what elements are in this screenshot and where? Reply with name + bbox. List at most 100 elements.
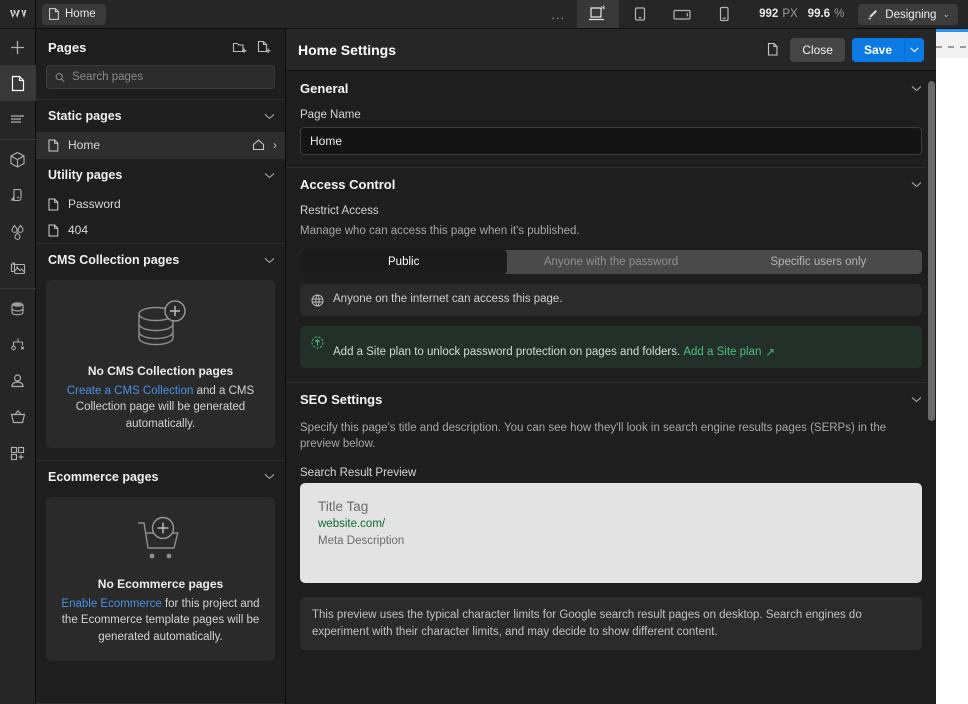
duplicate-page-button[interactable] [760, 38, 786, 62]
rail-logic-panel[interactable] [0, 327, 36, 363]
serp-meta-description: Meta Description [318, 535, 405, 548]
settings-scrollbar[interactable] [926, 71, 936, 704]
rail-ecommerce-panel[interactable] [0, 399, 36, 435]
rail-add-panel[interactable] [0, 29, 36, 65]
breakpoint-mobile-portrait[interactable] [703, 0, 745, 28]
rail-variables-panel[interactable] [0, 214, 36, 250]
chevron-down-icon [911, 85, 922, 91]
add-site-plan-link[interactable]: Add a Site plan ↗ [683, 345, 775, 359]
page-icon [48, 224, 59, 236]
page-name-field-group: Page Name [286, 105, 936, 167]
page-list-item-home[interactable]: Home › [36, 132, 285, 158]
create-cms-collection-link[interactable]: Create a CMS Collection [67, 385, 194, 397]
section-title: General [300, 80, 349, 96]
breakpoint-desktop[interactable]: * [577, 0, 620, 28]
search-result-preview-label: Search Result Preview [300, 467, 417, 480]
webflow-designer: Home ... * 992 PX 99.6 % Designing ⌄ Pag… [0, 0, 968, 704]
section-header-ecommerce-pages[interactable]: Ecommerce pages [36, 459, 285, 493]
rail-assets-panel[interactable] [0, 250, 36, 286]
cms-empty-state: No CMS Collection pages Create a CMS Col… [46, 280, 275, 448]
canvas-top-band [936, 32, 968, 58]
section-header-general[interactable]: General [286, 71, 936, 105]
breakpoint-mobile-landscape[interactable] [661, 0, 703, 28]
page-settings-chevron-icon[interactable]: › [273, 138, 277, 152]
apps-grid-icon [10, 446, 25, 460]
page-list-item-password[interactable]: Password [36, 191, 285, 217]
access-option-specific-users[interactable]: Specific users only [715, 250, 922, 274]
new-folder-icon [232, 42, 246, 53]
enable-ecommerce-link[interactable]: Enable Ecommerce [61, 598, 161, 610]
settings-scrollbar-thumb[interactable] [928, 81, 935, 421]
brush-icon [868, 10, 878, 20]
search-pages-input[interactable] [72, 71, 266, 83]
page-tab-home[interactable]: Home [42, 3, 106, 25]
access-option-label: Public [388, 255, 420, 268]
canvas-width-value: 992 [759, 8, 779, 20]
mode-switcher-button[interactable]: Designing ⌄ [858, 4, 958, 25]
page-settings-scroll-area: General Page Name Access Control [286, 71, 936, 704]
chevron-down-icon [264, 257, 275, 263]
chevron-down-icon [264, 172, 275, 178]
chevron-down-icon [911, 396, 922, 402]
site-plan-upgrade-note: Add a Site plan to unlock password prote… [300, 325, 922, 368]
site-plan-note-text: Add a Site plan to unlock password prote… [333, 345, 681, 358]
breakpoint-tablet[interactable] [619, 0, 661, 28]
duplicate-icon [768, 42, 778, 56]
mobile-landscape-icon [673, 9, 691, 20]
ecommerce-empty-illustration [60, 515, 261, 567]
new-folder-button[interactable] [227, 35, 251, 59]
search-result-preview: Title Tag website.com/ Meta Description [300, 483, 922, 584]
rail-apps-panel[interactable] [0, 435, 36, 471]
page-icon [48, 139, 59, 151]
cms-empty-text: Create a CMS Collection and a CMS Collec… [60, 383, 261, 432]
rail-navigator-panel[interactable] [0, 101, 36, 137]
site-plan-note-body: Add a Site plan to unlock password prote… [333, 335, 911, 359]
more-options-button[interactable]: ... [539, 0, 577, 28]
access-option-public[interactable]: Public [300, 249, 508, 274]
page-list-item-label: Home [68, 138, 101, 152]
home-icon[interactable] [252, 139, 265, 151]
seo-preview-footnote: This preview uses the typical character … [300, 597, 922, 651]
section-header-utility-pages[interactable]: Utility pages [36, 158, 285, 191]
access-option-password[interactable]: Anyone with the password [507, 250, 714, 274]
pages-search-box[interactable] [46, 65, 275, 89]
rail-cms-panel[interactable] [0, 291, 36, 327]
page-list-item-label: Password [68, 197, 121, 211]
section-header-seo-settings[interactable]: SEO Settings [286, 381, 936, 416]
style-icon [10, 188, 22, 202]
new-page-button[interactable] [251, 35, 275, 59]
ecommerce-empty-title: No Ecommerce pages [97, 576, 224, 591]
section-title: Access Control [300, 177, 396, 192]
chevron-down-icon [910, 47, 919, 52]
mobile-portrait-icon [720, 6, 729, 22]
page-list-item-404[interactable]: 404 [36, 217, 285, 243]
design-canvas[interactable] [936, 29, 968, 704]
section-header-cms-collection-pages[interactable]: CMS Collection pages [36, 243, 285, 276]
logic-icon [10, 338, 24, 351]
close-button[interactable]: Close [790, 37, 845, 62]
ecommerce-empty-state: No Ecommerce pages Enable Ecommerce for … [46, 496, 275, 661]
save-dropdown-button[interactable] [904, 37, 924, 62]
section-title: SEO Settings [300, 391, 383, 407]
page-tabs: Home [36, 0, 106, 28]
save-button[interactable]: Save [851, 37, 904, 62]
pages-panel: Pages Search pages Static pages Home › U… [36, 29, 286, 704]
image-icon [10, 262, 25, 275]
page-settings-panel: Home Settings Close Save General Page Na… [286, 29, 936, 704]
section-header-static-pages[interactable]: Static pages [36, 99, 285, 132]
section-title: Utility pages [48, 168, 123, 182]
rail-users-panel[interactable] [0, 363, 36, 399]
breakpoint-switcher: * [577, 0, 745, 28]
seo-description-group: Specify this page's title and descriptio… [286, 416, 936, 483]
rail-style-panel[interactable] [0, 178, 36, 214]
rail-components-panel[interactable] [0, 142, 36, 178]
page-row-trailing: › [252, 138, 277, 152]
rail-pages-panel[interactable] [0, 65, 36, 101]
page-tab-label: Home [65, 8, 96, 20]
rail-divider [0, 139, 36, 140]
webflow-logo-button[interactable] [0, 0, 36, 28]
section-header-access-control[interactable]: Access Control [286, 167, 936, 201]
canvas-size-info[interactable]: 992 PX 99.6 % [745, 0, 858, 28]
serp-title-tag: Title Tag [318, 499, 369, 515]
page-name-input[interactable] [300, 127, 922, 155]
